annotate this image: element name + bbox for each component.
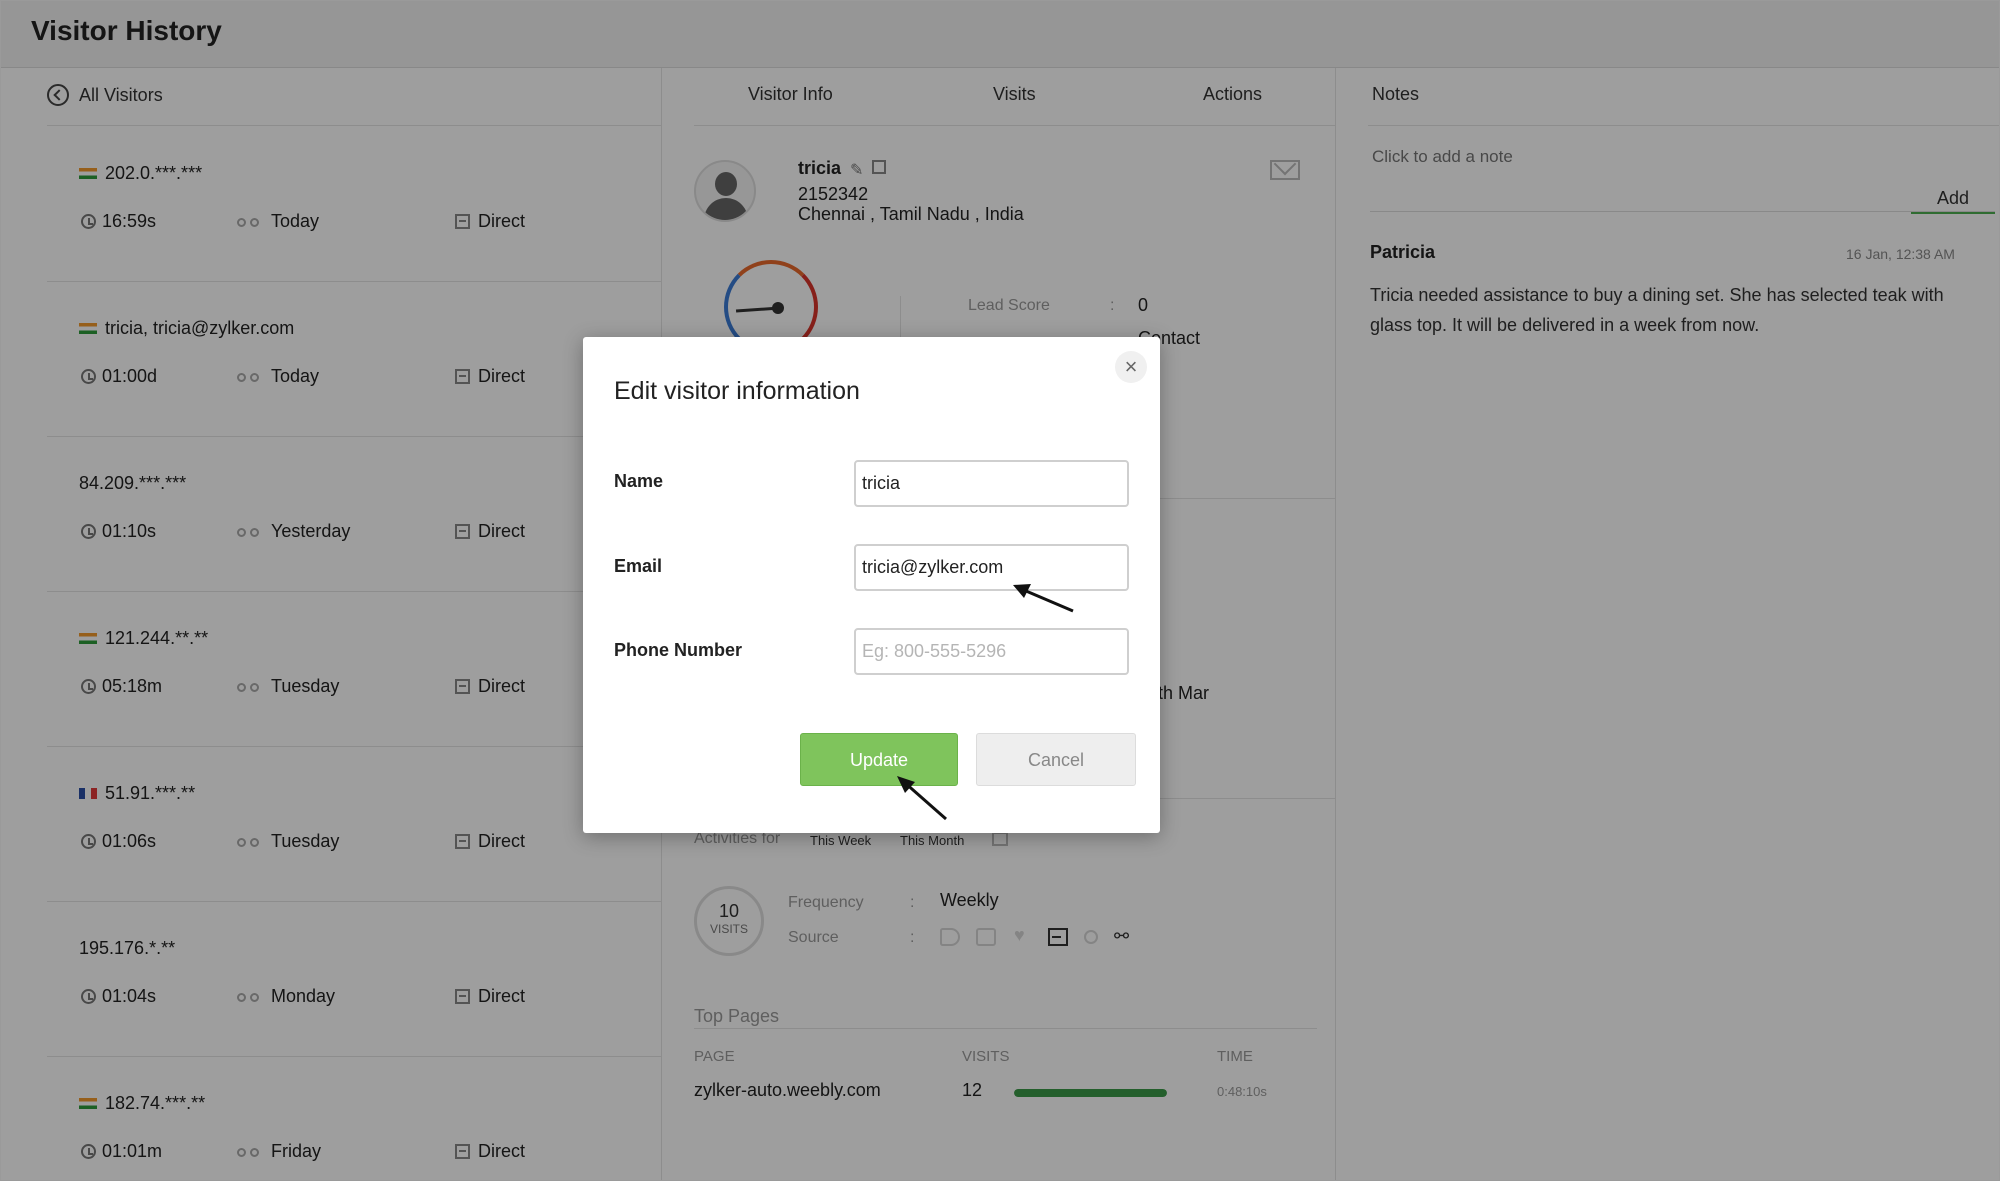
- app-window: Visitor History All Visitors 202.0.***.*…: [0, 0, 2000, 1181]
- close-icon[interactable]: ×: [1115, 351, 1147, 383]
- dialog-title: Edit visitor information: [614, 377, 860, 405]
- phone-label: Phone Number: [614, 640, 743, 660]
- update-button[interactable]: Update: [800, 733, 958, 786]
- email-label: Email: [614, 556, 663, 576]
- email-field[interactable]: [854, 544, 1129, 591]
- phone-field[interactable]: [854, 628, 1129, 675]
- cancel-button[interactable]: Cancel: [976, 733, 1136, 786]
- name-field[interactable]: [854, 460, 1129, 507]
- edit-visitor-dialog: × Edit visitor information Name Email Ph…: [583, 337, 1160, 833]
- name-label: Name: [614, 471, 664, 491]
